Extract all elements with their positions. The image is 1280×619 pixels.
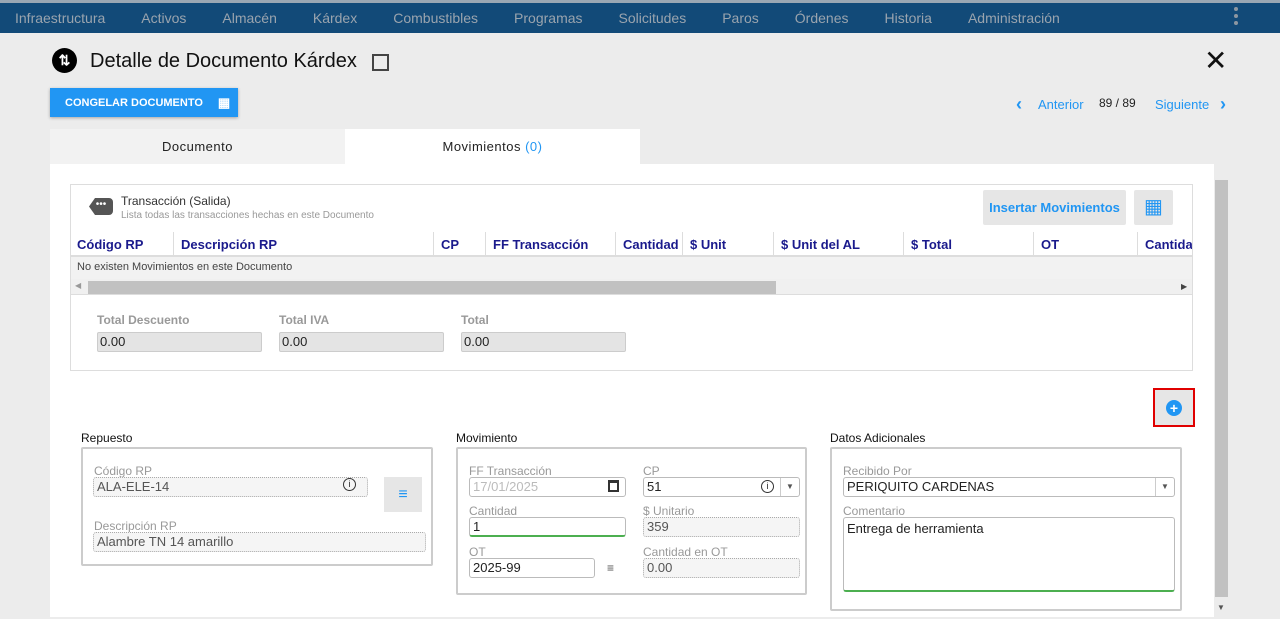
- codigo-rp-field[interactable]: ALA-ELE-14: [93, 477, 368, 497]
- cantidad-label: Cantidad: [469, 504, 518, 518]
- unitario-label: $ Unitario: [643, 504, 695, 518]
- scroll-right-icon[interactable]: ▶: [1181, 282, 1187, 291]
- scroll-left-icon[interactable]: ◀: [75, 281, 81, 290]
- total-label: Total: [461, 313, 489, 327]
- card-title: Transacción (Salida): [121, 194, 231, 208]
- filter-icon: ≡: [398, 486, 408, 503]
- close-icon[interactable]: ✕: [1204, 44, 1227, 77]
- total-field: 0.00: [461, 332, 626, 352]
- chevron-right-icon[interactable]: ›: [1220, 94, 1226, 115]
- page-title: Detalle de Documento Kárdex: [90, 50, 357, 72]
- col-unit[interactable]: $ Unit: [683, 232, 774, 257]
- top-nav: Infraestructura Activos Almacén Kárdex C…: [0, 0, 1280, 33]
- recibido-por-select[interactable]: PERIQUITO CARDENAS: [843, 477, 1175, 497]
- col-cantidad-ot[interactable]: Cantidad: [1138, 232, 1192, 257]
- col-total[interactable]: $ Total: [904, 232, 1034, 257]
- cp-field[interactable]: 51: [643, 477, 800, 497]
- siguiente-link[interactable]: Siguiente: [1155, 97, 1209, 112]
- col-cp[interactable]: CP: [434, 232, 486, 257]
- nav-combustibles[interactable]: Combustibles: [393, 10, 478, 26]
- descripcion-rp-field[interactable]: Alambre TN 14 amarillo: [93, 532, 426, 552]
- more-menu-icon[interactable]: [1234, 7, 1238, 28]
- col-ff-transaccion[interactable]: FF Transacción: [486, 232, 616, 257]
- add-movement-button[interactable]: +: [1153, 388, 1195, 427]
- ff-transaccion-field[interactable]: 17/01/2025: [469, 477, 626, 497]
- congelar-label: CONGELAR DOCUMENTO: [65, 96, 203, 109]
- scrollbar-thumb[interactable]: [1215, 180, 1228, 597]
- count-badge: (0): [525, 139, 543, 154]
- tab-label: Movimientos: [442, 139, 521, 154]
- datos-adicionales-title: Datos Adicionales: [830, 431, 926, 445]
- col-cantidad[interactable]: Cantidad: [616, 232, 683, 257]
- nav-almacen[interactable]: Almacén: [222, 10, 276, 26]
- checkbox[interactable]: [372, 54, 389, 71]
- descripcion-rp-label: Descripción RP: [94, 519, 177, 533]
- empty-message: No existen Movimientos en este Documento: [71, 257, 1192, 279]
- insertar-movimientos-button[interactable]: Insertar Movimientos: [983, 190, 1126, 225]
- nav-activos[interactable]: Activos: [141, 10, 186, 26]
- hscroll-thumb[interactable]: [88, 281, 776, 294]
- card-subtitle: Lista todas las transacciones hechas en …: [121, 210, 374, 221]
- unitario-field: 359: [643, 517, 800, 537]
- movimiento-title: Movimiento: [456, 431, 518, 445]
- nav-kardex[interactable]: Kárdex: [313, 10, 357, 26]
- nav-infraestructura[interactable]: Infraestructura: [15, 10, 105, 26]
- cp-label: CP: [643, 464, 660, 478]
- total-iva-label: Total IVA: [279, 313, 330, 327]
- nav-administracion[interactable]: Administración: [968, 10, 1060, 26]
- total-iva-field: 0.00: [279, 332, 444, 352]
- ot-field[interactable]: 2025-99: [469, 558, 595, 578]
- filter-button[interactable]: ≡: [384, 477, 422, 512]
- col-descripcion-rp[interactable]: Descripción RP: [174, 232, 434, 257]
- dropdown-arrow-icon[interactable]: ▼: [780, 478, 799, 496]
- ff-transaccion-label: FF Transacción: [469, 464, 552, 478]
- cantidad-field[interactable]: 1: [469, 517, 626, 537]
- page-indicator: 89 / 89: [1099, 96, 1136, 110]
- repuesto-title: Repuesto: [81, 431, 133, 445]
- tab-documento[interactable]: Documento: [50, 129, 345, 164]
- tab-movimientos[interactable]: Movimientos (0): [345, 129, 640, 164]
- calendar-icon[interactable]: [608, 480, 619, 492]
- nav-solicitudes[interactable]: Solicitudes: [619, 10, 687, 26]
- comentario-textarea[interactable]: Entrega de herramienta: [843, 517, 1175, 592]
- col-unit-al[interactable]: $ Unit del AL: [774, 232, 904, 257]
- dropdown-arrow-icon[interactable]: ▼: [1155, 478, 1174, 496]
- nav-programas[interactable]: Programas: [514, 10, 582, 26]
- col-ot[interactable]: OT: [1034, 232, 1138, 257]
- nav-historia[interactable]: Historia: [885, 10, 932, 26]
- total-descuento-field: 0.00: [97, 332, 262, 352]
- info-icon[interactable]: i: [761, 480, 774, 493]
- comentario-label: Comentario: [843, 504, 906, 518]
- swap-vertical-icon: ⇅: [52, 48, 77, 73]
- total-descuento-label: Total Descuento: [97, 313, 190, 327]
- cantidad-ot-label: Cantidad en OT: [643, 545, 728, 559]
- ot-label: OT: [469, 545, 486, 559]
- chevron-left-icon[interactable]: ‹: [1016, 94, 1022, 115]
- plus-circle-icon: +: [1166, 400, 1182, 416]
- info-icon[interactable]: i: [343, 478, 356, 491]
- grid-off-icon: ▦: [217, 94, 231, 110]
- codigo-rp-label: Código RP: [94, 464, 153, 478]
- scroll-down-icon[interactable]: ▼: [1217, 603, 1225, 612]
- congelar-documento-button[interactable]: CONGELAR DOCUMENTO ▦: [50, 88, 238, 117]
- col-codigo-rp[interactable]: Código RP: [70, 232, 174, 257]
- nav-paros[interactable]: Paros: [722, 10, 759, 26]
- grid-off-icon[interactable]: ▦: [1134, 190, 1173, 225]
- anterior-link[interactable]: Anterior: [1038, 97, 1084, 112]
- recibido-por-label: Recibido Por: [843, 464, 912, 478]
- cantidad-ot-field: 0.00: [643, 558, 800, 578]
- filter-icon[interactable]: ≡: [607, 561, 614, 575]
- nav-ordenes[interactable]: Órdenes: [795, 10, 849, 26]
